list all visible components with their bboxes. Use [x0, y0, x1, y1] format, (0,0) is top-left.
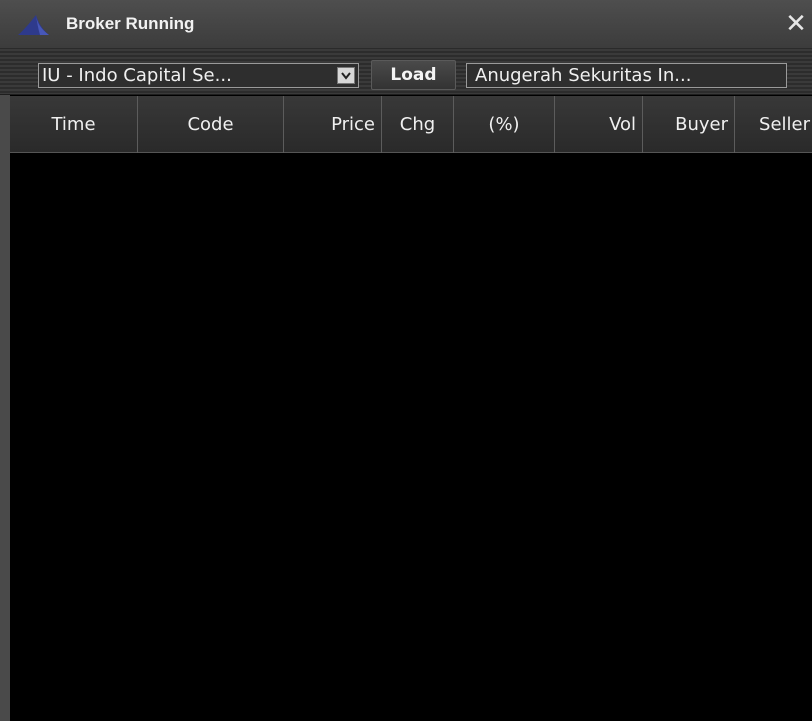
load-button[interactable]: Load [371, 60, 456, 90]
table-body[interactable] [10, 154, 812, 721]
column-header-vol[interactable]: Vol [555, 96, 643, 153]
column-header-buyer[interactable]: Buyer [643, 96, 735, 153]
table-header: Time Code Price Chg (%) Vol Buyer Seller [10, 96, 812, 153]
broker-select[interactable]: IU - Indo Capital Se... [38, 63, 359, 88]
close-icon[interactable]: ✕ [780, 8, 812, 40]
column-header-percent[interactable]: (%) [454, 96, 555, 153]
broker-running-window: Broker Running ✕ IU - Indo Capital Se...… [0, 0, 812, 721]
toolbar: IU - Indo Capital Se... Load Anugerah Se… [0, 49, 812, 95]
broker-select-value: IU - Indo Capital Se... [42, 65, 232, 86]
column-header-time[interactable]: Time [10, 96, 138, 153]
shark-fin-logo-icon [18, 15, 49, 35]
broker-name-field[interactable]: Anugerah Sekuritas In... [466, 63, 787, 88]
window-title: Broker Running [66, 14, 195, 33]
column-header-price[interactable]: Price [284, 96, 382, 153]
column-header-seller[interactable]: Seller [735, 96, 812, 153]
column-header-chg[interactable]: Chg [382, 96, 454, 153]
title-bar[interactable]: Broker Running ✕ [0, 0, 812, 49]
chevron-down-icon[interactable] [337, 67, 355, 84]
column-header-code[interactable]: Code [138, 96, 284, 153]
